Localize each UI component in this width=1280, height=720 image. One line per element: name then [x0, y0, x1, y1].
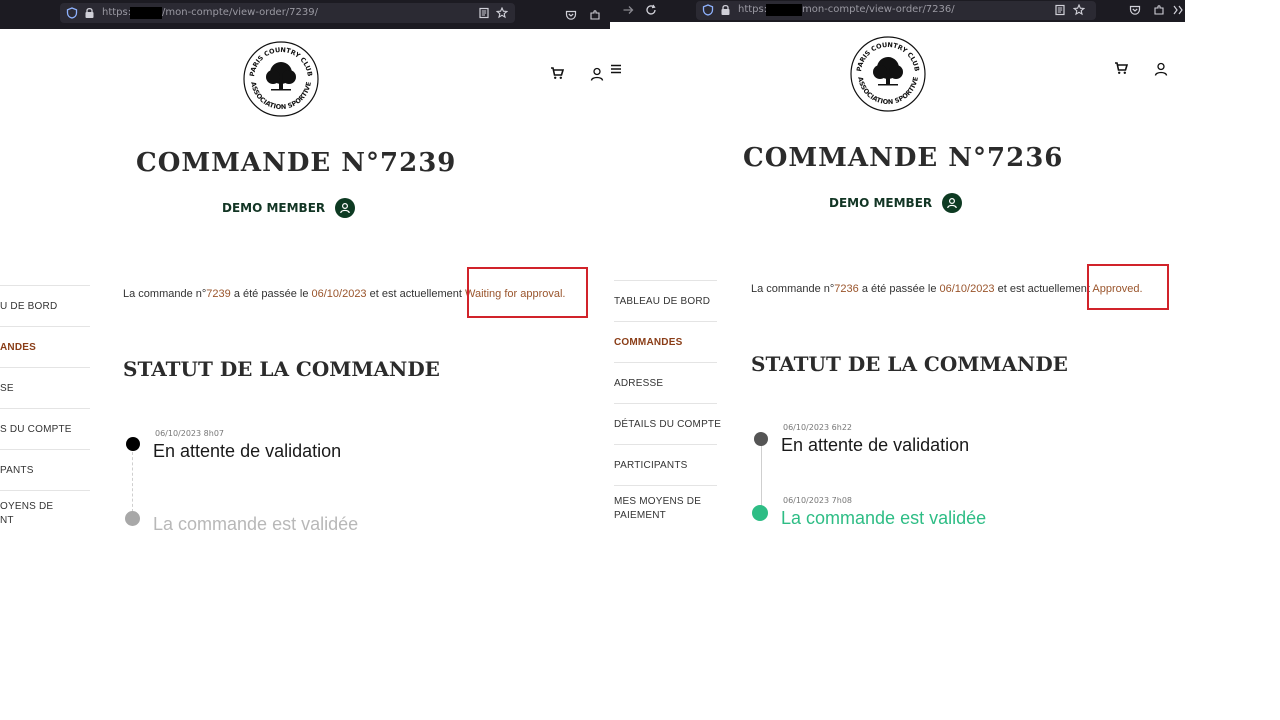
tree-icon	[873, 57, 903, 86]
timeline-label: La commande est validée	[781, 508, 987, 528]
toolbar-overflow-icon[interactable]	[1172, 4, 1184, 18]
member-name: DEMO MEMBER	[829, 196, 933, 210]
shield-icon	[702, 4, 714, 18]
summary-text: et est actuellement	[366, 288, 466, 300]
nav-item-participants[interactable]: PANTS	[0, 449, 90, 490]
menu-icon[interactable]	[610, 62, 622, 80]
section-title: STATUT DE LA COMMANDE	[751, 352, 1068, 376]
account-nav: U DE BORD ANDES SE S DU COMPTE PANTS OYE…	[0, 285, 90, 536]
avatar-icon	[335, 198, 356, 218]
nav-item-commandes[interactable]: COMMANDES	[614, 321, 717, 362]
nav-item-moyens-de-paiement[interactable]: MES MOYENS DE PAIEMENT	[614, 485, 717, 531]
star-icon[interactable]	[1072, 3, 1086, 18]
timeline-dot-done	[126, 437, 140, 451]
pocket-icon[interactable]	[565, 9, 577, 23]
club-logo[interactable]: PARIS COUNTRY CLUB ASSOCIATION SPORTIVE	[242, 40, 320, 118]
user-icon[interactable]	[1154, 62, 1168, 81]
timeline-dot-pending	[125, 511, 140, 526]
cart-icon[interactable]	[550, 66, 565, 85]
reload-icon[interactable]	[645, 4, 657, 18]
timeline-label: En attente de validation	[153, 441, 342, 461]
nav-item-adresse[interactable]: SE	[0, 367, 90, 408]
account-nav: TABLEAU DE BORD COMMANDES ADRESSE DÉTAIL…	[614, 280, 721, 531]
timeline-date: 06/10/2023 7h08	[783, 496, 852, 505]
url-path: mon-compte/view-order/7236/	[802, 4, 955, 15]
timeline-label: En attente de validation	[781, 435, 970, 455]
summary-text: La commande n°	[751, 283, 835, 295]
pocket-icon[interactable]	[1129, 4, 1141, 18]
redacted-domain	[130, 7, 162, 19]
extensions-icon[interactable]	[1153, 4, 1165, 18]
lock-icon	[720, 4, 731, 18]
back-icon[interactable]	[622, 4, 634, 18]
summary-text: a été passée le	[858, 283, 940, 295]
nav-item-moyens-de-paiement[interactable]: OYENS DE NT	[0, 490, 90, 536]
page-title: COMMANDE N°7236	[743, 143, 1064, 173]
nav-item-participants[interactable]: PARTICIPANTS	[614, 444, 717, 485]
extensions-icon[interactable]	[589, 9, 601, 23]
star-icon[interactable]	[495, 6, 509, 21]
section-title: STATUT DE LA COMMANDE	[123, 357, 440, 381]
browser-toolbar: https:// mon-compte/view-order/7236/	[610, 0, 1185, 22]
timeline-connector	[761, 446, 762, 508]
nav-item-details-du-compte[interactable]: S DU COMPTE	[0, 408, 90, 449]
timeline-date: 06/10/2023 8h07	[155, 429, 224, 438]
summary-text: La commande n°	[123, 288, 207, 300]
timeline-date: 06/10/2023 6h22	[783, 423, 852, 432]
status-highlight-box	[467, 267, 588, 318]
nav-item-adresse[interactable]: ADRESSE	[614, 362, 717, 403]
order-date: 06/10/2023	[939, 283, 995, 295]
user-icon[interactable]	[590, 67, 604, 86]
order-number[interactable]: 7239	[206, 288, 230, 300]
nav-item-tableau-de-bord[interactable]: U DE BORD	[0, 285, 90, 326]
timeline-connector	[132, 452, 133, 512]
member-badge[interactable]: DEMO MEMBER	[222, 198, 356, 218]
reader-icon[interactable]	[478, 7, 490, 21]
member-badge[interactable]: DEMO MEMBER	[829, 193, 963, 213]
address-bar[interactable]: https:// /mon-compte/view-order/7239/	[60, 3, 515, 23]
order-date: 06/10/2023	[311, 288, 367, 300]
page-title: COMMANDE N°7239	[136, 148, 457, 178]
status-highlight-box	[1087, 264, 1169, 310]
nav-item-details-du-compte[interactable]: DÉTAILS DU COMPTE	[614, 403, 721, 444]
timeline-dot-validated	[752, 505, 768, 521]
cart-icon[interactable]	[1114, 61, 1129, 80]
summary-text: et est actuellement	[994, 283, 1093, 295]
url-path: /mon-compte/view-order/7239/	[162, 7, 318, 18]
club-logo[interactable]: PARIS COUNTRY CLUB ASSOCIATION SPORTIVE	[849, 35, 927, 113]
timeline-dot-done	[754, 432, 768, 446]
nav-item-tableau-de-bord[interactable]: TABLEAU DE BORD	[614, 280, 717, 321]
browser-toolbar: https:// /mon-compte/view-order/7239/	[0, 0, 610, 29]
tree-icon	[266, 62, 296, 91]
summary-text: a été passée le	[230, 288, 312, 300]
left-order-screenshot: https:// /mon-compte/view-order/7239/ PA…	[0, 0, 610, 720]
order-number[interactable]: 7236	[834, 283, 858, 295]
lock-icon	[84, 7, 95, 21]
member-name: DEMO MEMBER	[222, 201, 326, 215]
order-summary: La commande n°7236 a été passée le 06/10…	[751, 283, 1143, 295]
redacted-domain	[766, 4, 802, 16]
timeline-label: La commande est validée	[153, 514, 359, 534]
nav-item-commandes[interactable]: ANDES	[0, 326, 90, 367]
right-order-screenshot: https:// mon-compte/view-order/7236/ PAR…	[610, 0, 1185, 720]
shield-icon	[66, 7, 78, 21]
avatar-icon	[942, 193, 963, 213]
reader-icon[interactable]	[1054, 4, 1066, 18]
address-bar[interactable]: https:// mon-compte/view-order/7236/	[696, 1, 1096, 20]
